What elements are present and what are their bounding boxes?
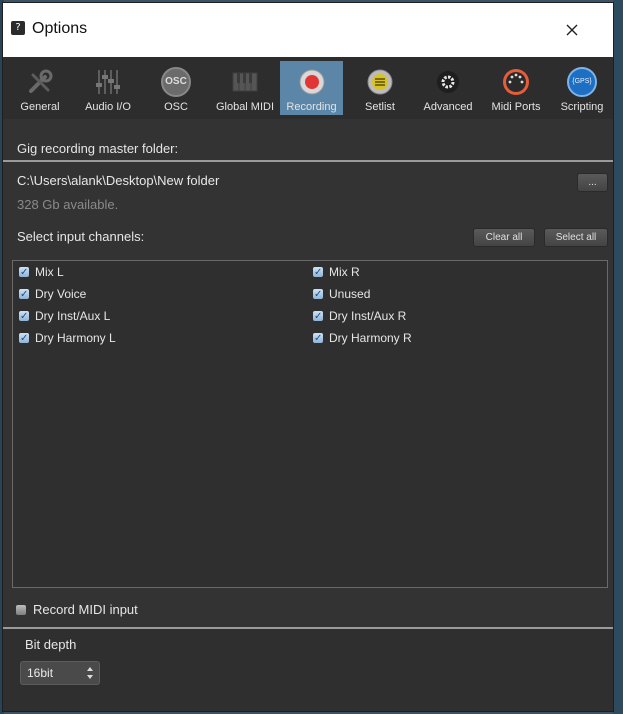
section-divider bbox=[3, 160, 613, 162]
checkmark-icon: ✓ bbox=[314, 289, 323, 300]
channel-label: Mix L bbox=[35, 265, 64, 279]
tab-global-midi-label: Global MIDI bbox=[215, 101, 275, 113]
tab-recording[interactable]: Recording bbox=[280, 61, 343, 115]
recording-panel: Gig recording master folder: C:\Users\al… bbox=[3, 119, 613, 711]
checkmark-icon: ✓ bbox=[20, 267, 29, 278]
master-folder-label: Gig recording master folder: bbox=[17, 141, 179, 156]
tab-setlist[interactable]: Setlist bbox=[347, 61, 413, 115]
tab-advanced-label: Advanced bbox=[423, 101, 473, 113]
app-icon: ? bbox=[11, 21, 25, 35]
channel-label: Dry Harmony L bbox=[35, 331, 116, 345]
tab-audio-io[interactable]: Audio I/O bbox=[75, 61, 141, 115]
tab-midi-ports[interactable]: Midi Ports bbox=[483, 61, 549, 115]
options-dialog: ? Options General Audio I/O OSC OSC Glob… bbox=[3, 3, 613, 711]
checkbox-checked[interactable]: ✓ bbox=[19, 333, 29, 344]
tab-setlist-label: Setlist bbox=[365, 101, 395, 113]
piano-keys-icon bbox=[232, 72, 258, 92]
checkbox-checked[interactable]: ✓ bbox=[313, 289, 323, 300]
folder-path: C:\Users\alank\Desktop\New folder bbox=[17, 173, 220, 188]
gps-script-icon: {GPS} bbox=[567, 67, 597, 97]
osc-icon-text: OSC bbox=[165, 76, 187, 87]
tab-osc[interactable]: OSC OSC bbox=[143, 61, 209, 115]
checkmark-icon: ✓ bbox=[20, 289, 29, 300]
channel-label: Mix R bbox=[329, 265, 360, 279]
tab-scripting-label: Scripting bbox=[560, 101, 604, 113]
checkbox-checked[interactable]: ✓ bbox=[19, 267, 29, 278]
updown-arrows-icon bbox=[87, 667, 93, 679]
record-midi-label: Record MIDI input bbox=[33, 602, 138, 617]
osc-icon: OSC bbox=[161, 67, 191, 97]
checkbox-unchecked[interactable] bbox=[16, 605, 26, 615]
tab-midi-ports-label: Midi Ports bbox=[491, 101, 541, 113]
select-all-button[interactable]: Select all bbox=[544, 228, 608, 247]
browse-folder-button[interactable]: ... bbox=[577, 173, 608, 192]
checkbox-checked[interactable]: ✓ bbox=[313, 311, 323, 322]
checkbox-checked[interactable]: ✓ bbox=[19, 311, 29, 322]
checkbox-checked[interactable]: ✓ bbox=[19, 289, 29, 300]
window-title: Options bbox=[32, 20, 88, 37]
gear-icon bbox=[437, 71, 459, 93]
bit-depth-label: Bit depth bbox=[25, 637, 77, 652]
wrench-screwdriver-icon bbox=[29, 69, 53, 93]
channel-label: Dry Voice bbox=[35, 287, 87, 301]
faders-icon bbox=[96, 70, 120, 94]
tab-general-label: General bbox=[20, 101, 60, 113]
tab-recording-label: Recording bbox=[286, 101, 337, 113]
checkmark-icon: ✓ bbox=[314, 333, 323, 344]
checkmark-icon: ✓ bbox=[20, 311, 29, 322]
input-channel-list[interactable]: ✓ Mix L ✓ Dry Voice ✓ Dry Inst/Aux L ✓ D… bbox=[12, 260, 608, 588]
channel-label: Dry Harmony R bbox=[329, 331, 412, 345]
desktop-background-right bbox=[613, 0, 623, 714]
close-icon bbox=[566, 24, 578, 36]
close-button[interactable] bbox=[559, 17, 585, 43]
checkmark-icon: ✓ bbox=[20, 333, 29, 344]
checkmark-icon: ✓ bbox=[314, 267, 323, 278]
tab-global-midi[interactable]: Global MIDI bbox=[211, 61, 279, 115]
checkmark-icon: ✓ bbox=[314, 311, 323, 322]
tab-scripting[interactable]: {GPS} Scripting bbox=[551, 61, 613, 115]
title-bar[interactable]: ? Options bbox=[3, 3, 613, 57]
bit-depth-value: 16bit bbox=[27, 666, 54, 680]
setlist-icon bbox=[367, 69, 393, 95]
tab-advanced[interactable]: Advanced bbox=[415, 61, 481, 115]
checkbox-checked[interactable]: ✓ bbox=[313, 267, 323, 278]
bit-depth-panel: Bit depth 16bit bbox=[3, 629, 613, 711]
gps-icon-text: {GPS} bbox=[572, 78, 592, 85]
select-channels-label: Select input channels: bbox=[17, 229, 145, 244]
tab-audio-io-label: Audio I/O bbox=[85, 101, 131, 113]
record-icon bbox=[299, 69, 324, 95]
channel-label: Dry Inst/Aux L bbox=[35, 309, 111, 323]
channel-label: Dry Inst/Aux R bbox=[329, 309, 407, 323]
midi-port-icon bbox=[503, 69, 529, 95]
tab-osc-label: OSC bbox=[164, 101, 188, 113]
checkbox-checked[interactable]: ✓ bbox=[313, 333, 323, 344]
clear-all-button[interactable]: Clear all bbox=[473, 228, 535, 247]
channel-label: Unused bbox=[329, 287, 371, 301]
bit-depth-select[interactable]: 16bit bbox=[20, 661, 100, 685]
tab-general[interactable]: General bbox=[7, 61, 73, 115]
available-space: 328 Gb available. bbox=[17, 197, 119, 212]
options-toolbar: General Audio I/O OSC OSC Global MIDI Re… bbox=[3, 57, 613, 119]
